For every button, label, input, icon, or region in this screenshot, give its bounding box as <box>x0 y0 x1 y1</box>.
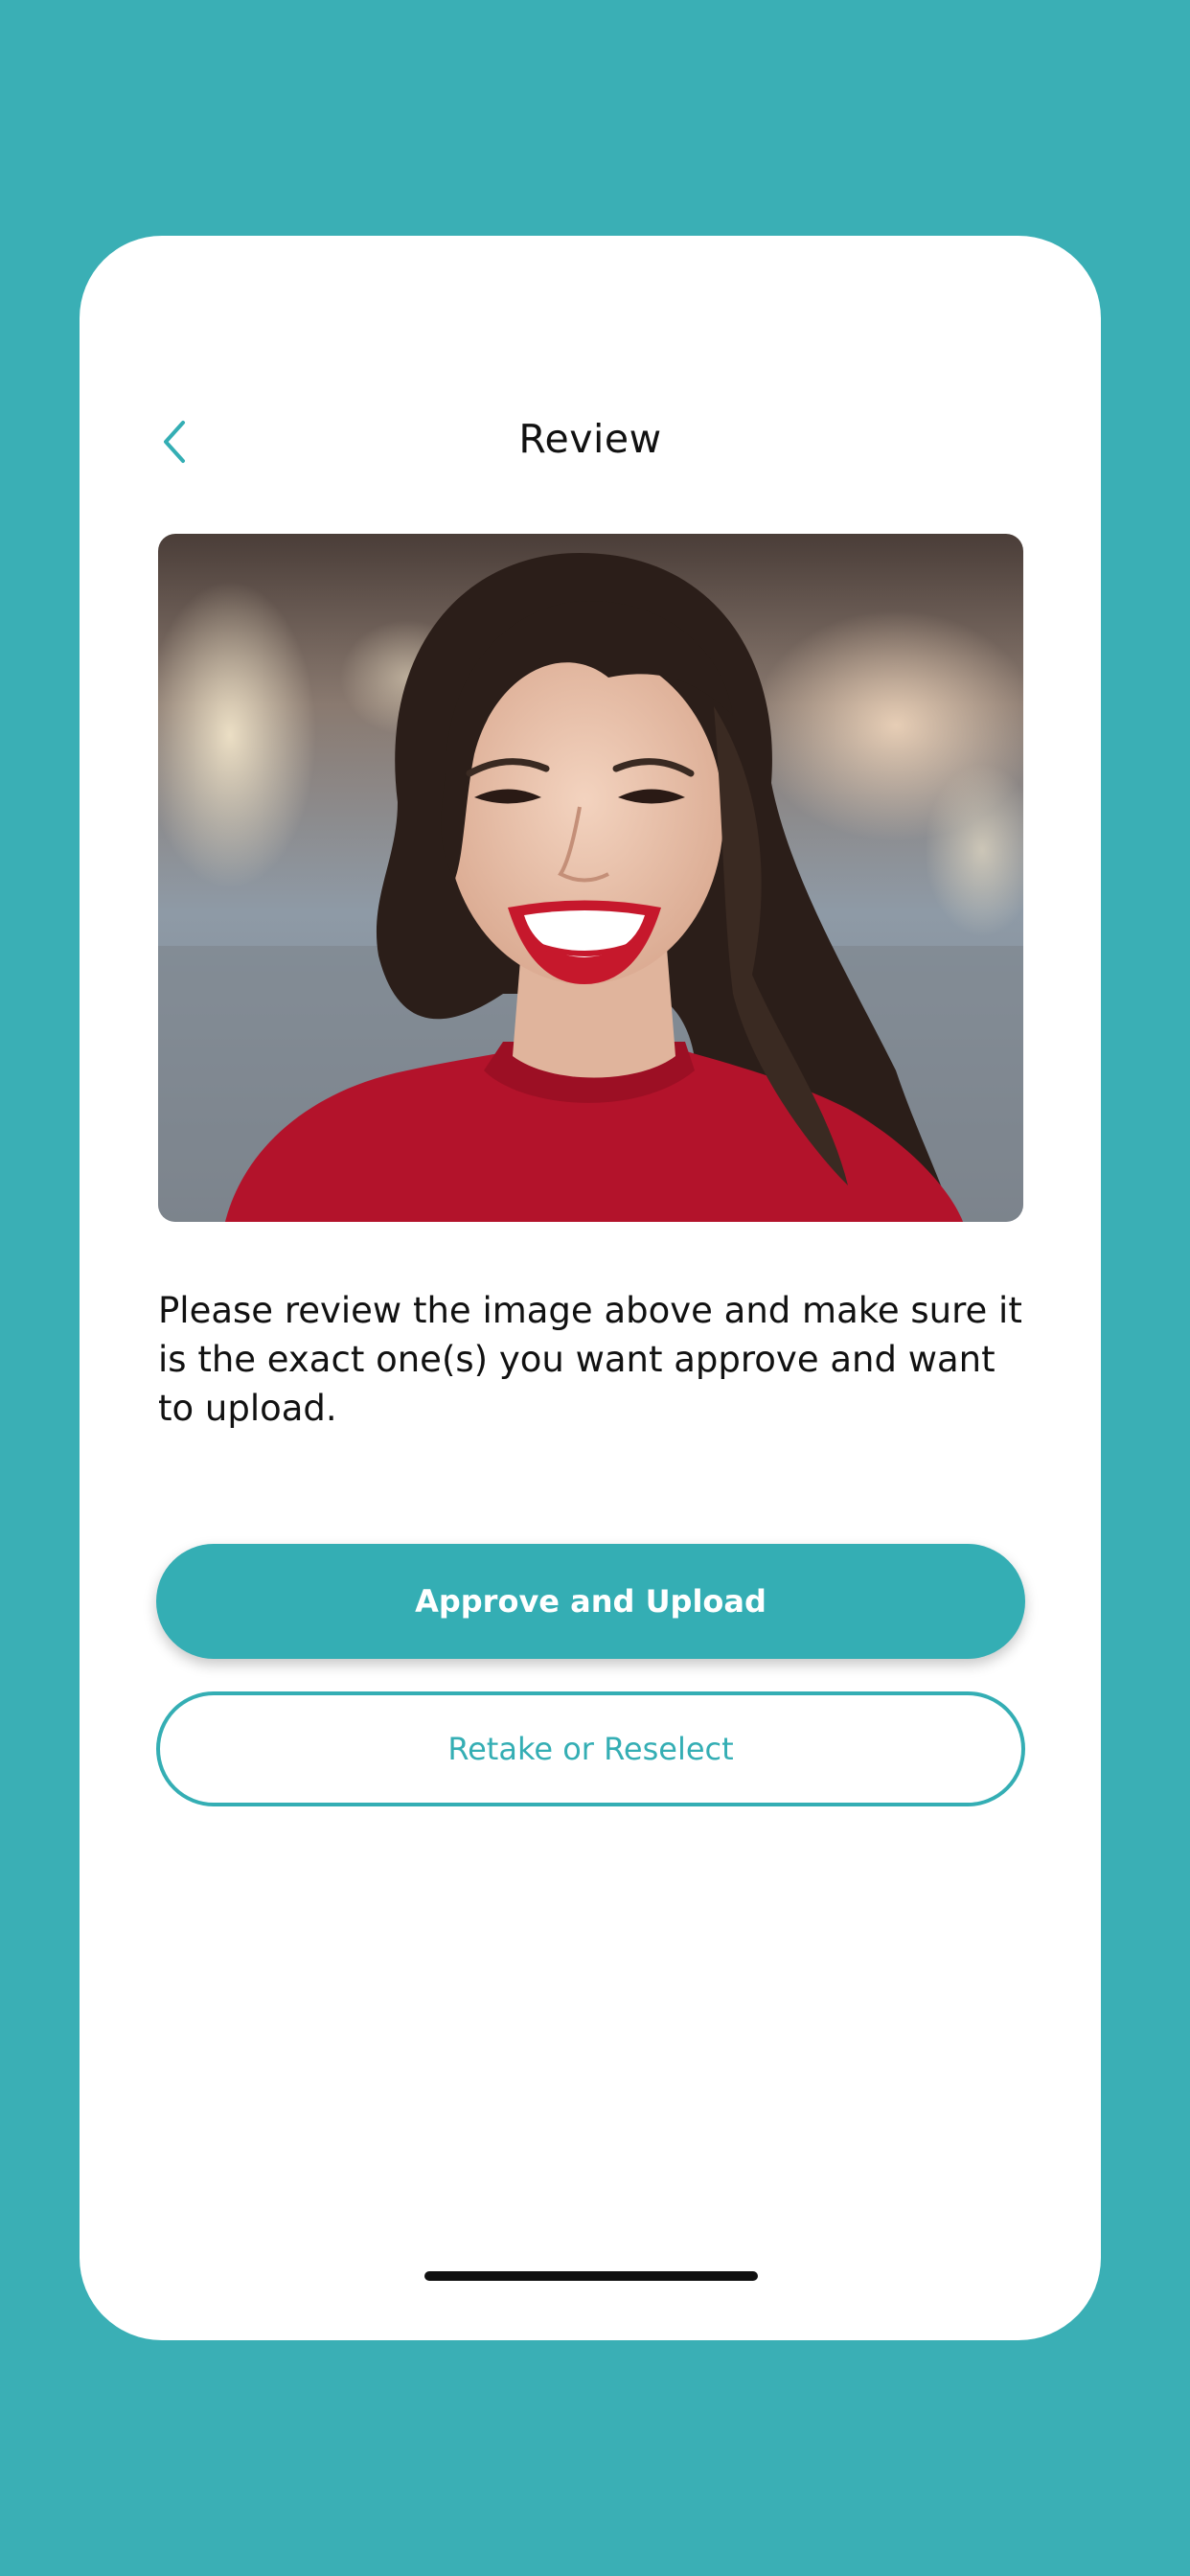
retake-reselect-button[interactable]: Retake or Reselect <box>156 1691 1025 1806</box>
approve-upload-button[interactable]: Approve and Upload <box>156 1544 1025 1659</box>
page-title: Review <box>518 416 662 462</box>
app-background: Review Please review the image above and… <box>0 0 1190 2576</box>
review-photo <box>158 534 1023 1222</box>
review-screen: Review Please review the image above and… <box>80 236 1101 2340</box>
home-indicator[interactable] <box>424 2271 758 2281</box>
review-instructions: Please review the image above and make s… <box>158 1290 1022 1429</box>
